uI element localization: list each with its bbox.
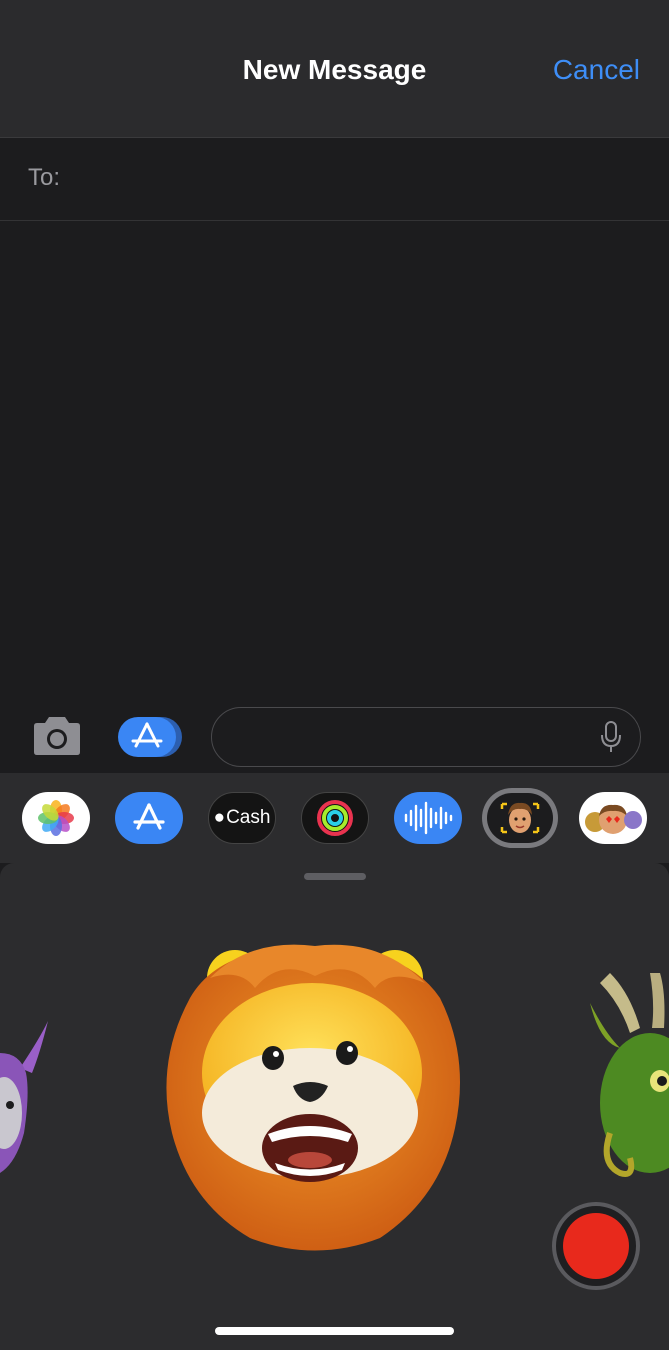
app-store-icon[interactable] (115, 792, 183, 844)
lion-animoji-icon[interactable] (150, 938, 475, 1258)
drag-handle[interactable] (304, 873, 366, 880)
cash-label: Cash (226, 807, 271, 828)
unicorn-animoji-icon[interactable] (0, 1013, 60, 1183)
apple-logo-icon: ● (213, 807, 226, 828)
conversation-area (0, 221, 669, 771)
microphone-icon[interactable] (600, 721, 622, 753)
record-button[interactable] (552, 1202, 640, 1290)
dragon-animoji-icon[interactable] (580, 973, 669, 1193)
photos-icon[interactable] (22, 792, 90, 844)
app-drawer: ● Cash (0, 773, 669, 863)
app-store-icon[interactable] (118, 715, 182, 759)
memoji-stickers-icon[interactable] (579, 792, 647, 844)
navigation-header: New Message Cancel (0, 0, 669, 138)
activity-rings-icon[interactable] (301, 792, 369, 844)
message-input-bar (0, 700, 669, 774)
cancel-button[interactable]: Cancel (553, 54, 640, 86)
memoji-icon[interactable] (482, 788, 558, 848)
record-dot-icon (563, 1213, 629, 1279)
camera-icon[interactable] (30, 714, 84, 758)
audio-waveform-icon[interactable] (394, 792, 462, 844)
animoji-panel (0, 863, 669, 1350)
message-text-field[interactable] (211, 707, 641, 767)
to-label: To: (28, 164, 61, 191)
apple-cash-icon[interactable]: ● Cash (208, 792, 276, 844)
recipient-row[interactable]: To: (0, 138, 669, 336)
home-indicator[interactable] (215, 1327, 454, 1335)
